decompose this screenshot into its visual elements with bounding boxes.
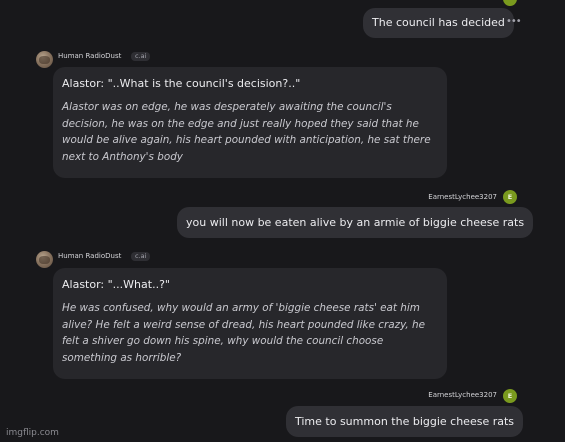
user-avatar[interactable] [503,0,517,6]
bot-avatar[interactable] [36,251,53,268]
user-message-text: Time to summon the biggie cheese rats [295,414,515,428]
user-avatar[interactable]: E [503,389,517,403]
bot-avatar[interactable] [36,51,53,68]
bot-action-text: He was confused, why would an army of 'b… [62,302,426,364]
cai-badge: c.ai [131,252,151,261]
bot-name[interactable]: Human RadioDust [58,252,121,261]
watermark: imgflip.com [6,428,59,438]
bot-message-bubble: Alastor: "...What..?" He was confused, w… [53,268,447,379]
user-message-text: The council has decided [372,16,505,29]
user-message-bubble: you will now be eaten alive by an armie … [177,207,534,238]
user-message-bubble: Time to summon the biggie cheese rats [286,406,524,437]
bot-speech-text: Alastor: "..What is the council's decisi… [62,77,301,90]
bot-name[interactable]: Human RadioDust [58,52,121,61]
cai-badge: c.ai [131,52,151,61]
more-dots-icon[interactable]: ••• [506,17,522,27]
user-name[interactable]: EarnestLychee3207 [400,391,497,400]
user-message-bubble: The council has decided [363,8,514,38]
bot-action-text: Alastor was on edge, he was desperately … [62,101,431,163]
bot-message-bubble: Alastor: "..What is the council's decisi… [53,67,447,178]
user-avatar[interactable]: E [503,190,517,204]
user-message-text: you will now be eaten alive by an armie … [186,215,525,229]
user-name[interactable]: EarnestLychee3207 [400,193,497,202]
bot-speech-text: Alastor: "...What..?" [62,278,170,291]
